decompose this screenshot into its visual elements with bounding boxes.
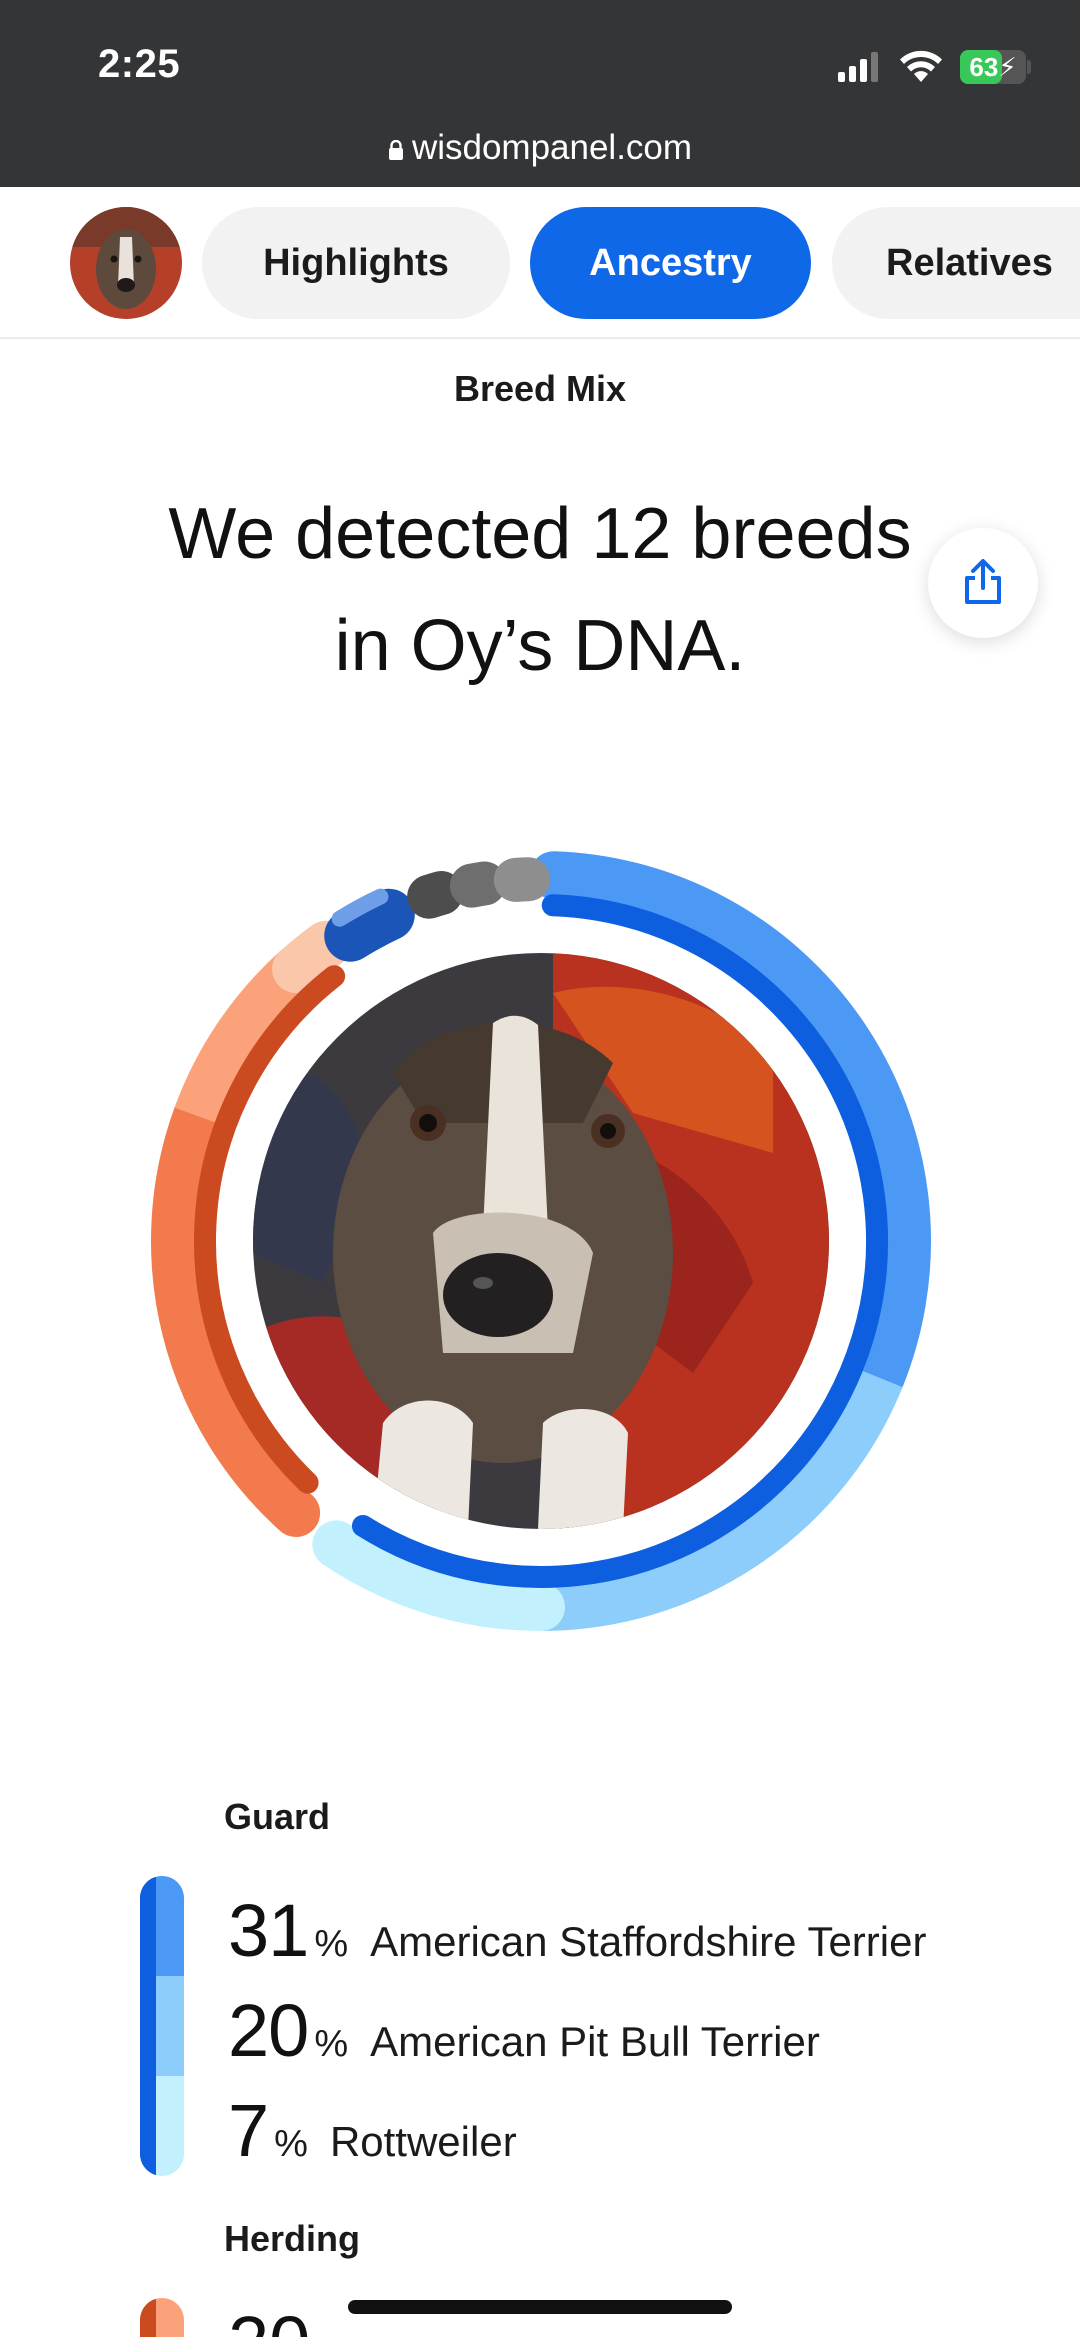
status-time: 2:25: [98, 42, 181, 86]
tab-ancestry[interactable]: Ancestry: [530, 207, 811, 319]
signal-icon: [838, 52, 878, 82]
url-text: wisdompanel.com: [411, 128, 693, 167]
other-breed-segment-1: [324, 888, 415, 962]
breed-percent-sign: %: [314, 2023, 349, 2065]
breed-percent: 20: [228, 2300, 310, 2337]
breed-row[interactable]: 31% American Staffordshire Terrier: [228, 1888, 926, 1978]
breed-name: Rottweiler: [329, 2118, 517, 2165]
browser-top-bar: 2:25 63⚡ wisdompanel.com: [0, 0, 1080, 187]
breed-percent: 7: [228, 2089, 269, 2172]
lock-icon: [388, 140, 403, 160]
breed-name: American Pit Bull Terrier: [370, 2018, 820, 2065]
home-indicator: [348, 2300, 732, 2314]
share-icon: [965, 559, 1001, 604]
ancestry-tab-bar: Highlights Ancestry Relatives: [0, 187, 1080, 339]
headline-line-1: We detected 12 breeds: [168, 494, 912, 574]
breed-percent: 20: [228, 1989, 309, 2072]
tab-highlights[interactable]: Highlights: [202, 207, 510, 319]
address-bar[interactable]: wisdompanel.com: [0, 128, 1080, 168]
herding-bar-edge: [140, 2298, 156, 2337]
other-breed-segment-1-highlight: [331, 888, 389, 927]
herding-outer-segment-2: [174, 951, 313, 1125]
group-label-guard: Guard: [224, 1796, 331, 1837]
battery-percent: 63⚡: [969, 52, 1017, 82]
tab-relatives[interactable]: Relatives: [832, 207, 1080, 319]
guard-group-bar: [140, 1876, 184, 2176]
breed-percent-sign: %: [314, 1923, 349, 1965]
breed-name: American Staffordshire Terrier: [370, 1918, 927, 1965]
page-headline: We detected 12 breeds in Oy’s DNA.: [100, 478, 980, 702]
battery-icon: 63⚡: [960, 50, 1026, 84]
group-label-herding: Herding: [224, 2218, 361, 2259]
breed-percent: 31: [228, 1889, 309, 1972]
wifi-icon: [900, 50, 942, 82]
breed-percent-sign: %: [274, 2123, 308, 2165]
avatar[interactable]: [70, 207, 182, 319]
share-button[interactable]: [928, 528, 1038, 638]
dog-photo: [253, 953, 829, 1529]
minor-breed-dot-3: [493, 857, 551, 902]
herding-outer-segment-3: [272, 920, 350, 994]
breed-row[interactable]: 20% American Pit Bull Terrier: [228, 1988, 820, 2078]
section-title: Breed Mix: [453, 368, 627, 409]
guard-bar-edge: [140, 1876, 156, 2176]
minor-breed-dot-2: [449, 861, 507, 908]
breed-row[interactable]: 7% Rottweiler: [228, 2088, 517, 2178]
headline-line-2: in Oy’s DNA.: [334, 606, 746, 686]
herding-group-bar: [140, 2298, 184, 2337]
battery-nub: [1027, 60, 1031, 74]
minor-breed-dot-1: [407, 871, 464, 919]
guard-outer-segment-3: [312, 1520, 565, 1631]
